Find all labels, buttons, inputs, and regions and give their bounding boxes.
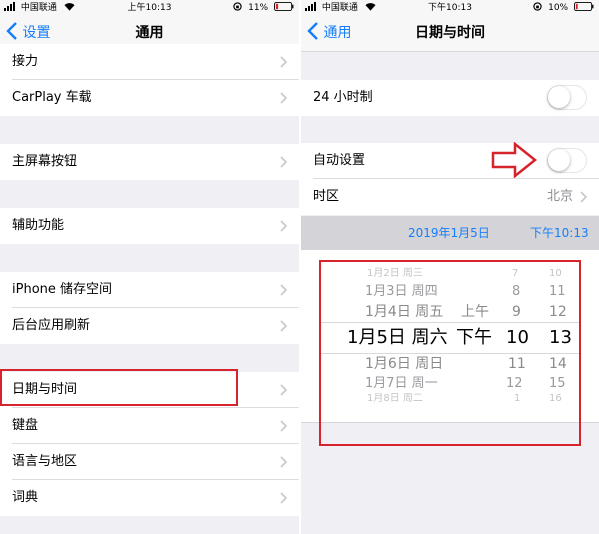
chevron-right-icon — [280, 492, 287, 504]
navigation-bar: 通用 日期与时间 — [301, 16, 599, 52]
row-label: 辅助功能 — [12, 218, 65, 233]
row-label: 语言与地区 — [12, 454, 78, 469]
battery-icon — [574, 2, 594, 11]
orientation-lock-icon — [233, 2, 242, 11]
chevron-right-icon — [280, 320, 287, 332]
row-label: iPhone 储存空间 — [12, 282, 113, 297]
row-label: 键盘 — [12, 418, 39, 433]
row-dictionary[interactable]: 词典 — [0, 480, 299, 516]
battery-percent: 10% — [548, 3, 569, 13]
chevron-right-icon — [280, 456, 287, 468]
chevron-right-icon — [580, 191, 587, 203]
row-label: 主屏幕按钮 — [12, 154, 78, 169]
selected-date-bar[interactable]: 2019年1月5日 下午10:13 — [301, 216, 599, 250]
status-bar: 中国联通 上午10:13 11% — [0, 0, 299, 16]
row-label: 词典 — [12, 490, 39, 505]
row-keyboard[interactable]: 键盘 — [0, 408, 299, 444]
page-title: 日期与时间 — [415, 25, 485, 41]
row-background-refresh[interactable]: 后台应用刷新 — [0, 308, 299, 344]
row-label: 后台应用刷新 — [12, 318, 91, 333]
toggle-set-automatically[interactable] — [547, 148, 587, 173]
chevron-right-icon — [280, 92, 287, 104]
row-handoff[interactable]: 接力 — [0, 44, 299, 80]
row-language-region[interactable]: 语言与地区 — [0, 444, 299, 480]
row-carplay[interactable]: CarPlay 车载 — [0, 80, 299, 116]
highlight-box-date-time — [0, 369, 238, 406]
battery-group: 11% — [233, 0, 295, 16]
orientation-lock-icon — [533, 2, 542, 11]
status-bar: 中国联通 下午10:13 10% — [301, 0, 599, 16]
general-settings-screen: 中国联通 上午10:13 11% 设置 通用 接力 CarPlay 车载 主屏幕… — [0, 0, 299, 534]
chevron-right-icon — [280, 384, 287, 396]
chevron-right-icon — [280, 420, 287, 432]
chevron-right-icon — [280, 284, 287, 296]
selected-date: 2019年1月5日 — [408, 226, 490, 240]
battery-percent: 11% — [248, 3, 269, 13]
arrow-right-icon — [491, 142, 537, 178]
time-zone-value: 北京 — [546, 189, 573, 204]
toggle-24-hour[interactable] — [547, 85, 587, 110]
row-set-automatically: 自动设置 — [301, 143, 599, 179]
chevron-right-icon — [280, 56, 287, 68]
row-label: 24 小时制 — [313, 90, 373, 105]
toggle-knob — [548, 149, 570, 171]
selected-time: 下午10:13 — [530, 226, 589, 240]
row-iphone-storage[interactable]: iPhone 储存空间 — [0, 272, 299, 308]
row-accessibility[interactable]: 辅助功能 — [0, 208, 299, 244]
row-label: CarPlay 车载 — [12, 90, 92, 105]
date-time-screen: 中国联通 下午10:13 10% 通用 日期与时间 24 小时制 自动设置 时区… — [301, 0, 599, 534]
row-label: 自动设置 — [313, 153, 366, 168]
battery-icon — [274, 2, 294, 11]
chevron-right-icon — [280, 156, 287, 168]
chevron-right-icon — [280, 220, 287, 232]
row-label: 接力 — [12, 54, 39, 69]
battery-group: 10% — [533, 0, 595, 16]
highlight-box-picker — [319, 260, 581, 446]
row-time-zone[interactable]: 时区 北京 — [301, 179, 599, 215]
toggle-knob — [548, 86, 570, 108]
row-home-button[interactable]: 主屏幕按钮 — [0, 144, 299, 180]
row-24-hour: 24 小时制 — [301, 80, 599, 116]
row-label: 时区 — [313, 189, 340, 204]
